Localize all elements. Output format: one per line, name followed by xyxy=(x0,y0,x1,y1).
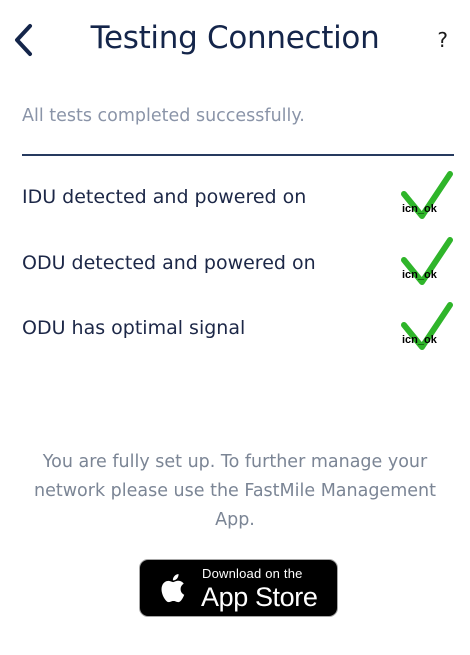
test-label: ODU detected and powered on xyxy=(22,252,316,274)
page-title: Testing Connection xyxy=(90,20,380,56)
divider xyxy=(22,154,454,156)
check-icon: icn_ok xyxy=(400,236,454,290)
help-button[interactable]: ? xyxy=(437,28,448,52)
status-message: All tests completed successfully. xyxy=(22,106,305,126)
test-row: IDU detected and powered on icn_ok xyxy=(22,171,454,232)
check-icon-caption: icn_ok xyxy=(402,203,437,215)
app-store-small-text: Download on the xyxy=(202,566,303,581)
check-icon-caption: icn_ok xyxy=(402,334,437,346)
test-row: ODU detected and powered on icn_ok xyxy=(22,237,454,298)
app-store-badge[interactable]: Download on the App Store xyxy=(139,559,338,617)
app-store-large-text: App Store xyxy=(201,582,318,612)
apple-logo-icon xyxy=(161,574,185,603)
check-icon: icn_ok xyxy=(400,301,454,355)
setup-complete-message: You are fully set up. To further manage … xyxy=(34,452,436,530)
check-icon: icn_ok xyxy=(400,170,454,224)
test-label: ODU has optimal signal xyxy=(22,317,246,339)
header: Testing Connection ? xyxy=(0,0,470,80)
test-row: ODU has optimal signal icn_ok xyxy=(22,302,454,363)
check-icon-caption: icn_ok xyxy=(402,269,437,281)
test-label: IDU detected and powered on xyxy=(22,186,307,208)
